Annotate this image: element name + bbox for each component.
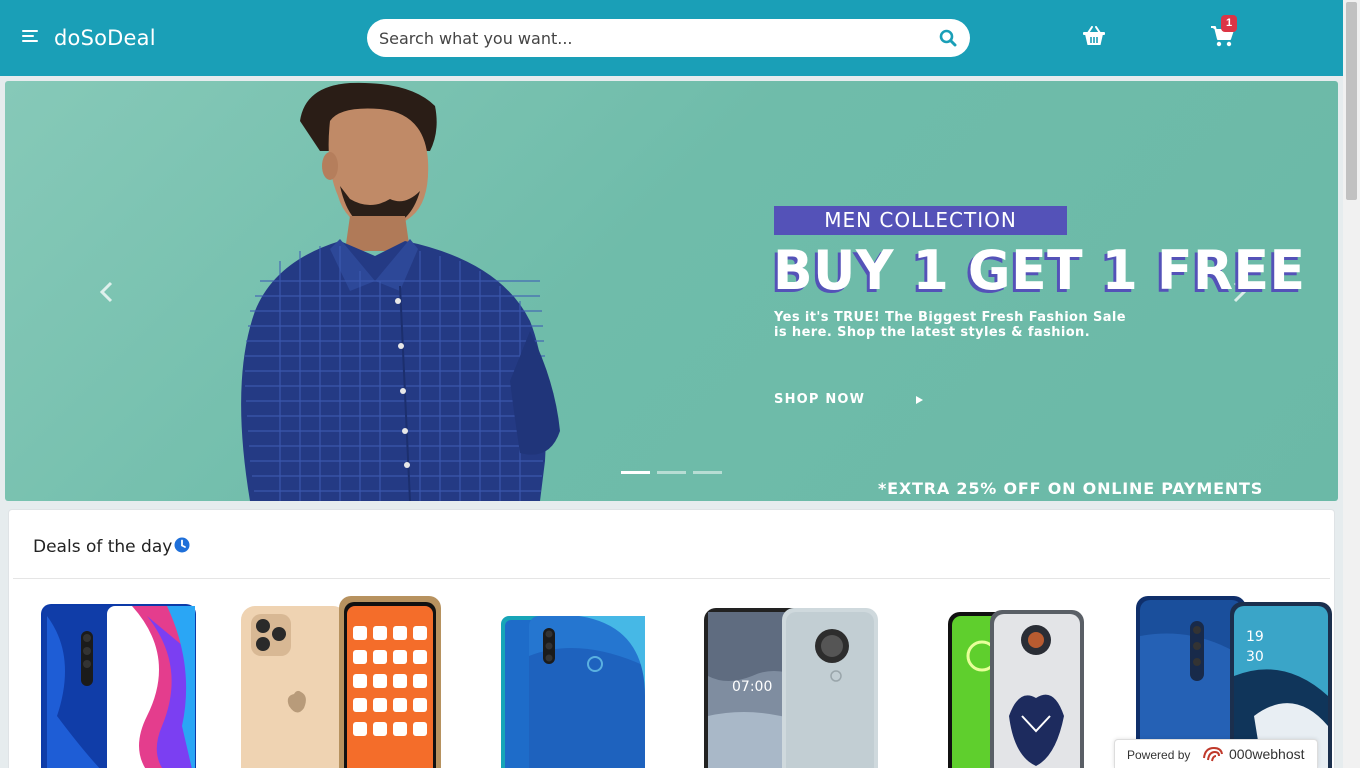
navbar: doSoDeal 1 xyxy=(0,0,1343,76)
hero-model-image xyxy=(241,82,560,501)
product-card-iphone[interactable] xyxy=(239,596,444,768)
webhost-logo-icon xyxy=(1203,746,1223,762)
deals-divider xyxy=(13,578,1330,579)
search-icon[interactable] xyxy=(939,29,957,47)
carousel-indicator-1[interactable] xyxy=(621,471,650,474)
powered-by-brand: 000webhost xyxy=(1229,746,1305,762)
hero-carousel: MEN COLLECTION BUY 1 GET 1 FREE Yes it's… xyxy=(5,81,1338,501)
shop-now-arrow-icon xyxy=(916,396,923,404)
promo-subtext: Yes it's TRUE! The Biggest Fresh Fashion… xyxy=(774,310,1174,340)
powered-by-label: Powered by xyxy=(1127,748,1191,762)
clock-icon xyxy=(174,537,190,553)
carousel-prev-arrow[interactable] xyxy=(97,281,117,303)
cart-count-badge: 1 xyxy=(1221,15,1237,32)
product-card-nokia[interactable]: 07:00 xyxy=(702,596,882,768)
svg-text:30: 30 xyxy=(1246,649,1264,665)
product-card-huawei[interactable] xyxy=(499,596,649,768)
basket-icon[interactable] xyxy=(1082,26,1106,46)
product-card-moto[interactable] xyxy=(944,596,1094,768)
promo-headline: BUY 1 GET 1 FREE xyxy=(773,239,1306,303)
promo-tag: MEN COLLECTION xyxy=(774,206,1067,235)
carousel-indicator-3[interactable] xyxy=(693,471,722,474)
search-box xyxy=(367,19,970,57)
svg-text:07:00: 07:00 xyxy=(732,679,772,695)
shop-now-link[interactable]: SHOP NOW xyxy=(774,392,865,407)
search-input[interactable] xyxy=(379,19,929,57)
scrollbar-thumb[interactable] xyxy=(1346,2,1357,200)
promo-subtext-line1: Yes it's TRUE! The Biggest Fresh Fashion… xyxy=(774,310,1126,325)
product-card-realme[interactable] xyxy=(37,596,202,768)
powered-by-badge[interactable]: Powered by 000webhost xyxy=(1114,739,1318,768)
promo-subtext-line2: is here. Shop the latest styles & fashio… xyxy=(774,325,1091,340)
carousel-indicator-2[interactable] xyxy=(657,471,686,474)
deals-title: Deals of the day xyxy=(33,537,173,557)
promo-footer-text: *EXTRA 25% OFF ON ONLINE PAYMENTS xyxy=(878,479,1264,498)
brand-logo[interactable]: doSoDeal xyxy=(54,26,156,50)
menu-icon[interactable] xyxy=(22,30,38,44)
page-scrollbar[interactable] xyxy=(1343,0,1360,768)
deals-of-the-day-section: Deals of the day 07:00 19 30 xyxy=(8,509,1335,768)
svg-text:19: 19 xyxy=(1246,629,1264,645)
